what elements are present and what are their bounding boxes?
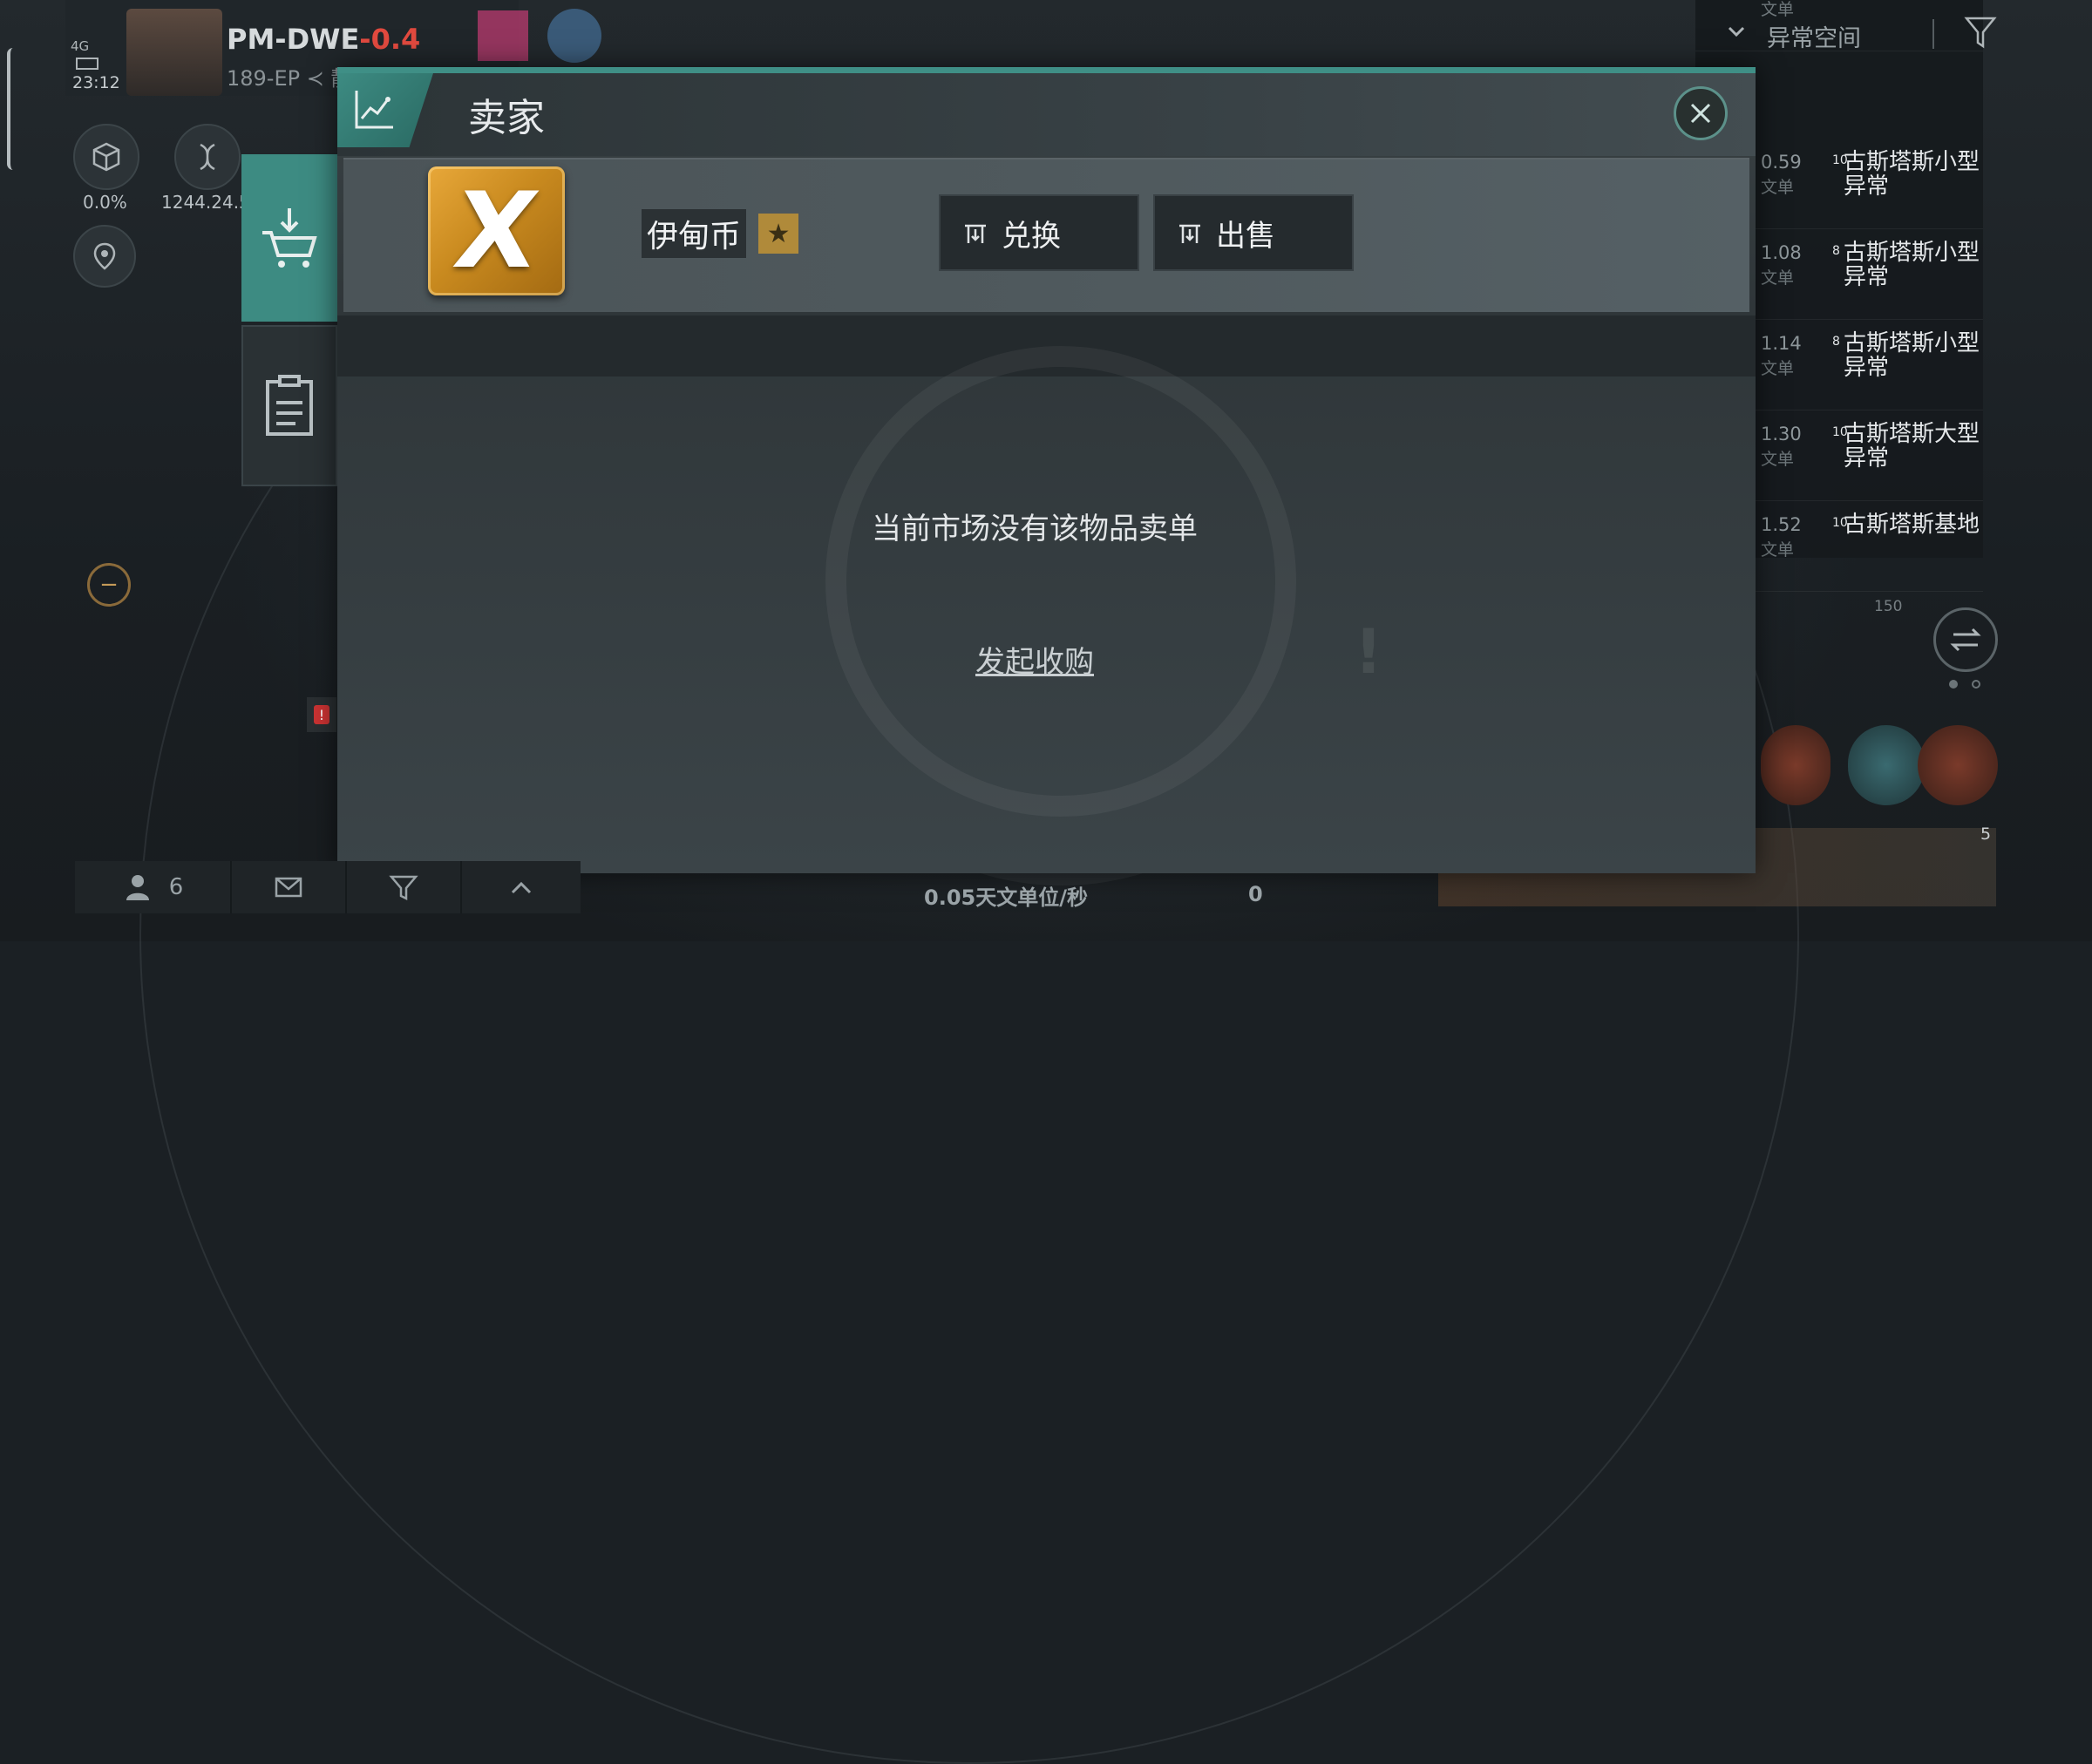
alliance-logo-icon[interactable] [547, 9, 601, 63]
bottom-toolbar: 6 [75, 861, 581, 913]
anomaly-distance: 1.14 [1761, 333, 1802, 354]
anomaly-name: 古斯塔斯小型异常 [1844, 240, 1980, 290]
route-subtitle: 189-EP ≺ 静 [227, 66, 352, 91]
anomaly-level: 8 [1832, 244, 1840, 258]
expand-button[interactable] [462, 861, 581, 913]
tab-orders[interactable] [241, 325, 337, 486]
empty-state-message: 当前市场没有该物品卖单 [872, 512, 1198, 546]
isk-coin-icon[interactable]: X [428, 166, 565, 295]
avatar[interactable] [126, 9, 222, 96]
exchange-button[interactable]: 兑换 [939, 194, 1139, 271]
anomaly-name: 古斯塔斯基地 [1844, 512, 1980, 538]
speed-secondary-value: 0 [1248, 882, 1263, 906]
close-icon [1690, 103, 1711, 124]
switch-button[interactable] [1933, 607, 1998, 672]
alert-badge[interactable]: ! [307, 697, 336, 732]
clipboard-icon [266, 374, 313, 436]
corp-logo-icon[interactable] [478, 10, 528, 61]
security-status: -0.4 [359, 23, 421, 56]
cargo-button[interactable] [73, 124, 139, 190]
module-slot-icon[interactable] [1918, 725, 1998, 805]
sell-button[interactable]: 出售 [1153, 194, 1354, 271]
sell-icon [1179, 224, 1200, 243]
signal-indicator: 4G [71, 38, 90, 54]
location-pin-icon [93, 242, 116, 270]
anomaly-name: 古斯塔斯小型异常 [1844, 330, 1980, 381]
close-button[interactable] [1674, 86, 1728, 140]
page-dot [1949, 680, 1958, 689]
anomaly-name: 古斯塔斯小型异常 [1844, 149, 1980, 200]
drone-count-badge: 5 [1980, 824, 1992, 844]
cube-icon [92, 142, 120, 172]
location-button[interactable] [73, 225, 136, 288]
filter-icon [389, 875, 418, 901]
crew-button[interactable]: 6 [75, 861, 232, 913]
exchange-icon [965, 224, 986, 243]
battery-icon [76, 58, 98, 70]
person-icon [126, 875, 149, 900]
minus-indicator-icon[interactable]: − [87, 563, 131, 607]
anomaly-distance-unit: 文单 [1761, 359, 1795, 378]
dialog-title: 卖家 [468, 96, 545, 140]
filter-button[interactable] [347, 861, 462, 913]
dialog-accent-line [337, 67, 1756, 73]
clock: 23:12 [72, 73, 120, 92]
item-name[interactable]: 伊甸币 [642, 209, 747, 258]
anomaly-distance-unit: 文单 [1761, 450, 1795, 469]
filter-icon[interactable] [1963, 15, 1998, 51]
anomaly-distance: 1.30 [1761, 424, 1802, 444]
ship-speed: 0.05天文单位/秒 [924, 885, 1088, 910]
anomaly-list-item[interactable]: 0.40文单10古斯塔斯小型 [1695, 0, 1983, 51]
tab-buy[interactable] [241, 154, 337, 322]
dna-button[interactable] [174, 124, 241, 190]
map-tick-label: 150 [1874, 598, 1903, 615]
chevron-up-icon [511, 881, 532, 894]
item-row: X 伊甸币 ★ 兑换 出售 [343, 158, 1749, 312]
anomaly-name: 古斯塔斯大型异常 [1844, 421, 1980, 472]
anomaly-distance-unit: 文单 [1761, 268, 1795, 288]
anomaly-distance: 0.59 [1761, 152, 1802, 173]
mail-icon [275, 877, 302, 898]
shield-module-icon[interactable] [1848, 725, 1925, 805]
watermark-emblem [825, 346, 1296, 817]
dialog-header [337, 73, 1756, 156]
anomaly-distance: 1.52 [1761, 514, 1802, 535]
swap-arrows-icon [1950, 628, 1981, 652]
edge-handle[interactable] [7, 48, 19, 170]
mail-button[interactable] [232, 861, 347, 913]
exchange-label: 兑换 [1002, 218, 1061, 254]
page-dot [1972, 680, 1980, 689]
anomaly-level: 8 [1832, 335, 1840, 349]
seller-market-dialog: 卖家 X 伊甸币 ★ 兑换 出售 当前市场没有该物品卖单 ! 发起收购 [337, 67, 1756, 873]
module-slot-icon[interactable] [1761, 725, 1830, 805]
system-name: PM-DWE [227, 23, 360, 56]
anomaly-distance-unit: 文单 [1761, 540, 1795, 560]
favorite-star-icon[interactable]: ★ [758, 214, 799, 254]
anomaly-distance-unit: 文单 [1761, 0, 1795, 19]
skill-value: 1244.24.5 [161, 192, 250, 213]
buy-order-link[interactable]: 发起收购 [337, 638, 1732, 681]
anomaly-distance: 1.08 [1761, 242, 1802, 263]
crew-count: 6 [168, 874, 184, 900]
cart-download-icon [262, 208, 317, 268]
dna-icon [200, 143, 215, 171]
cargo-percent: 0.0% [83, 192, 127, 213]
anomaly-distance-unit: 文单 [1761, 178, 1795, 197]
line-chart-icon [355, 91, 393, 129]
sell-label: 出售 [1216, 218, 1275, 254]
